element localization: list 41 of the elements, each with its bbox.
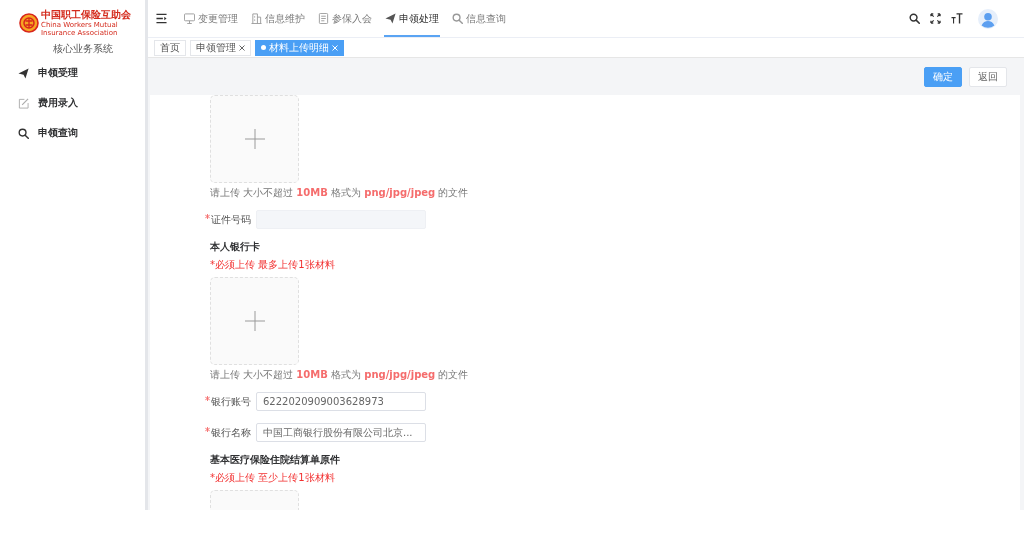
upload-hint: 请上传 大小不超过 10MB 格式为 png/jpg/jpeg 的文件 (210, 186, 469, 200)
required-notice: *必须上传 至少上传1张材料 (210, 471, 335, 485)
back-button[interactable]: 返回 (969, 66, 1007, 87)
required-notice: *必须上传 最多上传1张材料 (210, 258, 335, 272)
menu-icon[interactable] (156, 13, 167, 24)
field-label: 银行名称 (211, 425, 251, 440)
plus-icon (244, 311, 265, 331)
plus-icon (244, 129, 265, 149)
send-icon (385, 13, 396, 24)
input-field[interactable]: 6222020909003628973 (256, 392, 426, 411)
page-tab[interactable]: 首页 (154, 39, 186, 56)
nav-tab[interactable]: 信息维护 (250, 0, 306, 37)
nav-tab[interactable]: 信息查询 (451, 0, 507, 37)
sidebar-menu-item[interactable]: 申领受理 (0, 58, 86, 88)
search-icon (18, 127, 29, 139)
send-icon (18, 67, 29, 79)
sidebar-menu-item[interactable]: 申领查询 (0, 118, 86, 148)
section-title: 本人银行卡 (210, 240, 260, 254)
field-label: 银行账号 (211, 394, 251, 409)
edit-icon (18, 97, 29, 109)
section-title: 基本医疗保险住院结算单原件 (210, 453, 340, 467)
avatar-icon[interactable] (978, 8, 998, 29)
dot-icon (261, 45, 266, 50)
logo-icon (19, 13, 39, 33)
font-size-icon[interactable] (951, 13, 963, 24)
close-icon[interactable] (239, 44, 245, 51)
document-icon (318, 13, 329, 24)
input-field[interactable]: 中国工商银行股份有限公司北京... (256, 423, 426, 442)
page-tab[interactable]: 申领管理 (190, 39, 251, 56)
nav-tab[interactable]: 变更管理 (183, 0, 239, 37)
organization-name: 中国职工保险互助会 (41, 9, 131, 21)
sidebar-menu-item[interactable]: 费用录入 (0, 88, 86, 118)
system-name: 核心业务系统 (53, 42, 113, 55)
upload-hint: 请上传 大小不超过 10MB 格式为 png/jpg/jpeg 的文件 (210, 368, 469, 382)
search-icon[interactable] (909, 13, 920, 24)
field-label: 证件号码 (211, 212, 251, 227)
nav-tab[interactable]: 参保入会 (317, 0, 373, 37)
building-icon (251, 13, 262, 24)
fullscreen-icon[interactable] (930, 13, 941, 24)
search-icon (452, 13, 463, 24)
monitor-icon (184, 13, 195, 24)
